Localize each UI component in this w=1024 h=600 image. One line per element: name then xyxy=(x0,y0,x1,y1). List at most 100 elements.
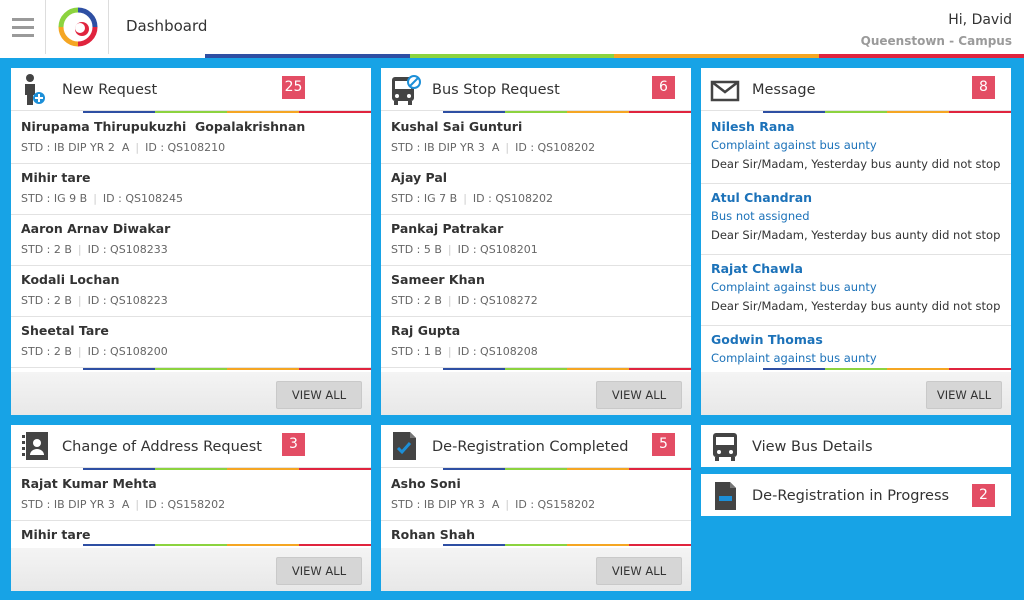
message-item[interactable]: Rajat Chawla Complaint against bus aunty D… xyxy=(701,255,1011,326)
student-meta: STD : IB DIP YR 3 A | ID : QS108202 xyxy=(391,141,681,154)
list-item[interactable]: Rohan Shah xyxy=(381,521,691,544)
student-meta: STD : 1 B | ID : QS108208 xyxy=(391,345,681,358)
student-id: ID : QS108233 xyxy=(87,243,168,256)
sender-name: Godwin Thomas xyxy=(711,332,823,347)
student-std: STD : 2 B xyxy=(21,243,72,256)
list-item[interactable]: Asho Soni STD : IB DIP YR 3 A | ID : QS1582… xyxy=(381,470,691,521)
list-item[interactable]: Sameer Khan STD : 2 B | ID : QS108272 xyxy=(381,266,691,317)
list-item[interactable]: Rajat Kumar Mehta STD : IB DIP YR 3 A | ID … xyxy=(11,470,371,521)
meta-divider: | xyxy=(135,498,140,511)
view-all-button[interactable]: VIEW ALL xyxy=(596,557,682,585)
hamburger-menu-icon[interactable] xyxy=(0,0,46,54)
list-item[interactable]: Mihir tare xyxy=(11,521,371,544)
change-of-address-card: Change of Address Request 3 Rajat Kumar … xyxy=(11,425,371,591)
card-header: Message 8 xyxy=(701,68,1011,111)
student-name: Mihir tare xyxy=(21,170,91,185)
student-id: ID : QS108201 xyxy=(457,243,538,256)
student-name: Nirupama Thirupukuzhi Gopalakrishnan xyxy=(21,119,306,134)
student-meta: STD : 5 B | ID : QS108201 xyxy=(391,243,681,256)
student-name: Rohan Shah xyxy=(391,527,476,542)
student-id: ID : QS108200 xyxy=(87,345,168,358)
meta-divider: | xyxy=(77,345,82,358)
view-all-button[interactable]: VIEW ALL xyxy=(596,381,682,409)
view-all-button[interactable]: VIEW ALL xyxy=(926,381,1002,409)
list-item[interactable]: Mihir tare STD : IG 9 B | ID : QS108245 xyxy=(11,164,371,215)
card-title: New Request xyxy=(62,82,158,98)
student-name: Aaron Arnav Diwakar xyxy=(21,221,171,236)
student-name: Asho Soni xyxy=(391,476,461,491)
request-list: Nirupama Thirupukuzhi Gopalakrishnan STD … xyxy=(11,113,371,369)
tile-title: View Bus Details xyxy=(752,439,873,455)
card-title: Change of Address Request xyxy=(62,439,262,455)
sender-name: Atul Chandran xyxy=(711,190,813,205)
message-preview: Dear Sir/Madam, Yesterday bus aunty did … xyxy=(711,299,1001,313)
deregistration-completed-card: De-Registration Completed 5 Asho Soni STD… xyxy=(381,425,691,591)
student-id: ID : QS108245 xyxy=(102,192,183,205)
meta-divider: | xyxy=(77,243,82,256)
list-item[interactable]: Kodali Lochan STD : 2 B | ID : QS108223 xyxy=(11,266,371,317)
student-meta: STD : 2 B | ID : QS108200 xyxy=(21,345,361,358)
color-stripe xyxy=(11,368,371,370)
student-meta: STD : IG 7 B | ID : QS108202 xyxy=(391,192,681,205)
list-item[interactable]: Aaron Arnav Diwakar STD : 2 B | ID : QS1082… xyxy=(11,215,371,266)
message-subject: Complaint against bus aunty xyxy=(711,280,877,294)
card-footer: VIEW ALL xyxy=(11,548,371,591)
count-badge: 3 xyxy=(282,433,305,456)
count-badge: 8 xyxy=(972,76,995,99)
meta-divider: | xyxy=(93,192,97,205)
list-item[interactable]: Sheetal Tare STD : 2 B | ID : QS108200 xyxy=(11,317,371,368)
student-id: ID : QS108202 xyxy=(472,192,553,205)
student-name: Raj Gupta xyxy=(391,323,461,338)
bus-icon xyxy=(710,431,740,463)
bus-stop-request-card: Bus Stop Request 6 Kushal Sai Gunturi STD… xyxy=(381,68,691,415)
message-preview: Dear Sir/Madam, Yesterday bus aunty did … xyxy=(711,157,1001,171)
card-title: De-Registration Completed xyxy=(432,439,629,455)
student-id: ID : QS108210 xyxy=(145,141,226,154)
card-footer: VIEW ALL xyxy=(381,372,691,415)
deregistration-progress-tile[interactable]: De-Registration in Progress 2 xyxy=(701,474,1011,516)
meta-divider: | xyxy=(447,294,452,307)
student-std: STD : IB DIP YR 3 A xyxy=(391,141,500,154)
list-item[interactable]: Raj Gupta STD : 1 B | ID : QS108208 xyxy=(381,317,691,368)
request-list: Asho Soni STD : IB DIP YR 3 A | ID : QS1582… xyxy=(381,470,691,544)
message-item[interactable]: Atul Chandran Bus not assigned Dear Sir/Ma… xyxy=(701,184,1011,255)
card-header: Bus Stop Request 6 xyxy=(381,68,691,111)
student-id: ID : QS108202 xyxy=(515,141,596,154)
student-id: ID : QS158202 xyxy=(515,498,596,511)
meta-divider: | xyxy=(447,345,452,358)
color-stripe xyxy=(381,368,691,370)
message-list: Nilesh Rana Complaint against bus aunty De… xyxy=(701,113,1011,369)
view-all-button[interactable]: VIEW ALL xyxy=(276,557,362,585)
student-name: Kodali Lochan xyxy=(21,272,120,287)
student-name: Mihir tare xyxy=(21,527,91,542)
student-id: ID : QS158202 xyxy=(145,498,226,511)
student-std: STD : 1 B xyxy=(391,345,442,358)
student-std: STD : IB DIP YR 3 A xyxy=(21,498,130,511)
view-all-button[interactable]: VIEW ALL xyxy=(276,381,362,409)
student-meta: STD : IB DIP YR 2 A | ID : QS108210 xyxy=(21,141,361,154)
message-subject: Bus not assigned xyxy=(711,209,810,223)
list-item[interactable]: Kushal Sai Gunturi STD : IB DIP YR 3 A | ID… xyxy=(381,113,691,164)
student-name: Pankaj Patrakar xyxy=(391,221,504,236)
meta-divider: | xyxy=(505,141,510,154)
meta-divider: | xyxy=(505,498,510,511)
student-std: STD : 2 B xyxy=(21,294,72,307)
student-std: STD : IB DIP YR 3 A xyxy=(391,498,500,511)
list-item[interactable]: Ajay Pal STD : IG 7 B | ID : QS108202 xyxy=(381,164,691,215)
card-footer: VIEW ALL xyxy=(11,372,371,415)
app-logo xyxy=(47,0,109,54)
list-item[interactable]: Nirupama Thirupukuzhi Gopalakrishnan STD … xyxy=(11,113,371,164)
message-item[interactable]: Godwin Thomas Complaint against bus aunty xyxy=(701,326,1011,369)
user-greeting: Hi, David xyxy=(948,12,1012,28)
student-name: Ajay Pal xyxy=(391,170,448,185)
message-item[interactable]: Nilesh Rana Complaint against bus aunty De… xyxy=(701,113,1011,184)
view-bus-details-tile[interactable]: View Bus Details xyxy=(701,425,1011,467)
tile-title: De-Registration in Progress xyxy=(752,488,950,504)
student-id: ID : QS108272 xyxy=(457,294,538,307)
card-footer: VIEW ALL xyxy=(381,548,691,591)
color-stripe xyxy=(381,111,691,113)
campus-name: Queenstown - Campus xyxy=(860,34,1012,48)
list-item[interactable]: Pankaj Patrakar STD : 5 B | ID : QS108201 xyxy=(381,215,691,266)
request-list: Kushal Sai Gunturi STD : IB DIP YR 3 A | ID… xyxy=(381,113,691,369)
color-stripe xyxy=(701,368,1011,370)
